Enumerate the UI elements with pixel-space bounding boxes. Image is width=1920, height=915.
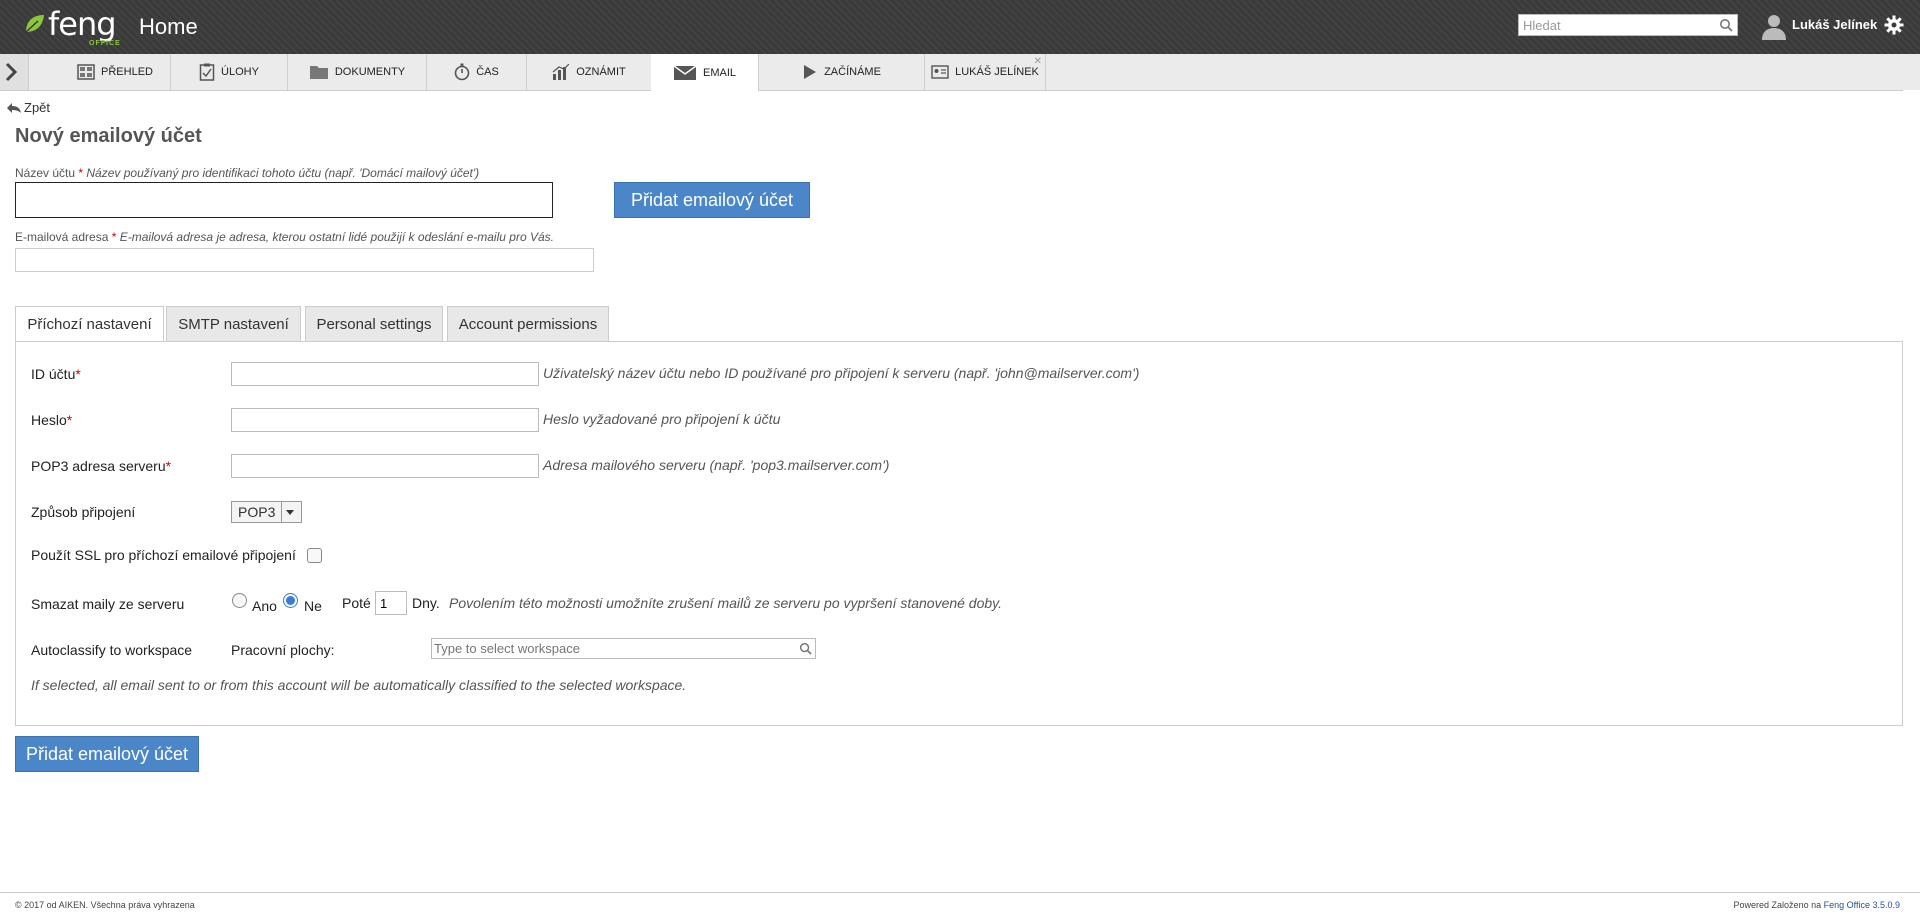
tab-label: OZNÁMIT <box>576 66 626 78</box>
tab-personal-settings[interactable]: Personal settings <box>305 306 443 341</box>
tab-dokumenty[interactable]: DOKUMENTY <box>288 54 427 90</box>
search-icon[interactable] <box>799 642 812 655</box>
back-label[interactable]: Zpět <box>24 100 50 115</box>
tab-label: ÚLOHY <box>221 66 259 78</box>
user-avatar-icon[interactable] <box>1760 12 1788 40</box>
connection-method-label: Způsob připojení <box>31 504 136 520</box>
search-input[interactable] <box>1519 15 1717 35</box>
required-mark: * <box>78 166 84 180</box>
feng-office-link[interactable]: Feng Office 3.5.0.9 <box>1824 900 1900 910</box>
scrollbar-track[interactable] <box>1903 90 1920 892</box>
connection-method-select[interactable]: POP3 <box>231 501 302 523</box>
delete-days-input[interactable] <box>375 591 407 615</box>
page-title: Home <box>139 14 198 39</box>
connection-method-value: POP3 <box>238 504 276 520</box>
play-icon <box>804 65 817 79</box>
dashboard-icon <box>77 64 95 80</box>
envelope-icon <box>673 64 697 80</box>
ssl-checkbox[interactable] <box>307 548 322 563</box>
delete-from-server-label: Smazat maily ze serveru <box>31 596 185 612</box>
tab-incoming-settings[interactable]: Příchozí nastavení <box>15 306 164 342</box>
top-header: feng OFFICE Home Lukáš Jelínek <box>0 0 1920 54</box>
tab-account-permissions[interactable]: Account permissions <box>447 306 609 341</box>
delete-yes-radio[interactable] <box>232 593 247 608</box>
tab-prehled[interactable]: PŘEHLED <box>60 54 171 90</box>
incoming-settings-panel <box>15 341 1903 726</box>
user-name[interactable]: Lukáš Jelínek <box>1792 17 1877 32</box>
workspace-input[interactable] <box>432 639 786 658</box>
back-arrow-icon <box>7 102 21 113</box>
stopwatch-icon <box>454 63 470 81</box>
tab-label: LUKÁŠ JELÍNEK <box>955 66 1039 78</box>
feng-office-logo[interactable]: feng OFFICE <box>22 6 122 48</box>
form-title: Nový emailový účet <box>15 125 202 147</box>
copyright-text: © 2017 od AIKEN. Všechna práva vyhrazena <box>15 900 195 910</box>
chevron-down-icon[interactable] <box>281 502 298 522</box>
password-input[interactable] <box>231 408 539 432</box>
ssl-label: Použít SSL pro příchozí emailové připoje… <box>31 547 296 563</box>
account-name-input[interactable] <box>15 182 553 218</box>
tab-ulohy[interactable]: ÚLOHY <box>171 54 288 90</box>
delete-after-label: Poté <box>342 595 371 611</box>
footer: © 2017 od AIKEN. Všechna práva vyhrazena… <box>0 892 1920 915</box>
autoclassify-note: If selected, all email sent to or from t… <box>31 677 687 693</box>
back-link[interactable]: Zpět <box>6 100 50 115</box>
panel-toggle[interactable] <box>0 54 29 90</box>
account-id-hint: Uživatelský název účtu nebo ID používané… <box>543 365 1140 381</box>
add-account-button-bottom[interactable]: Přidat emailový účet <box>15 736 199 772</box>
email-label: E-mailová adresa * E-mailová adresa je a… <box>15 230 554 244</box>
gear-icon[interactable] <box>1884 15 1904 35</box>
chevron-right-icon[interactable] <box>4 62 18 82</box>
tab-email[interactable]: EMAIL <box>651 54 759 91</box>
workspace-label: Pracovní plochy: <box>231 642 335 658</box>
powered-by: Powered Založeno na Feng Office 3.5.0.9 <box>1733 900 1900 910</box>
close-icon[interactable]: ✕ <box>1034 56 1042 67</box>
folder-icon <box>309 66 328 79</box>
tab-label: ČAS <box>476 66 499 78</box>
password-hint: Heslo vyžadované pro připojení k účtu <box>543 411 781 427</box>
logo-text: feng <box>48 5 117 43</box>
tab-label: EMAIL <box>702 66 736 79</box>
delete-no-radio[interactable] <box>283 593 298 608</box>
tab-smtp-settings[interactable]: SMTP nastavení <box>166 306 301 341</box>
account-name-label: Název účtu * Název používaný pro identif… <box>15 166 480 180</box>
tab-zaciname[interactable]: ZAČÍNÁME <box>759 54 925 90</box>
delete-days-unit: Dny. <box>412 595 440 611</box>
tab-cas[interactable]: ČAS <box>427 54 527 90</box>
server-input[interactable] <box>231 454 539 478</box>
delete-hint: Povolením této možnosti umožníte zrušení… <box>449 595 1003 611</box>
search-box[interactable] <box>1518 14 1738 36</box>
tab-label: ZAČÍNÁME <box>824 66 881 78</box>
account-name-hint: Název používaný pro identifikaci tohoto … <box>86 166 480 180</box>
server-label: POP3 adresa serveru* <box>31 458 172 474</box>
tab-label: DOKUMENTY <box>334 66 406 78</box>
search-icon[interactable] <box>1719 18 1733 32</box>
add-account-button-top[interactable]: Přidat emailový účet <box>614 182 810 218</box>
logo-subtext: OFFICE <box>89 40 121 47</box>
delete-yes-label: Ano <box>252 598 277 614</box>
leaf-logo-icon <box>25 15 44 33</box>
delete-no-label: Ne <box>304 598 322 614</box>
tab-oznamit[interactable]: OZNÁMIT <box>527 54 652 90</box>
server-hint: Adresa mailového serveru (např. 'pop3.ma… <box>543 457 890 473</box>
account-id-label: ID účtu* <box>31 366 81 382</box>
workspace-selector[interactable] <box>431 638 816 659</box>
main-tab-bar: PŘEHLED ÚLOHY DOKUMENTY ČAS OZNÁMIT EMAI… <box>0 54 1920 91</box>
account-id-input[interactable] <box>231 362 539 386</box>
autoclassify-label: Autoclassify to workspace <box>31 642 193 658</box>
tab-label: PŘEHLED <box>101 66 153 78</box>
contact-card-icon <box>931 65 949 79</box>
tasks-icon <box>199 63 215 81</box>
password-label: Heslo* <box>31 412 73 428</box>
email-input[interactable] <box>15 248 594 272</box>
chart-icon <box>552 64 570 80</box>
required-mark: * <box>111 230 117 244</box>
tab-lukas-jelinek[interactable]: LUKÁŠ JELÍNEK ✕ <box>925 54 1046 90</box>
email-hint: E-mailová adresa je adresa, kterou ostat… <box>119 230 554 244</box>
